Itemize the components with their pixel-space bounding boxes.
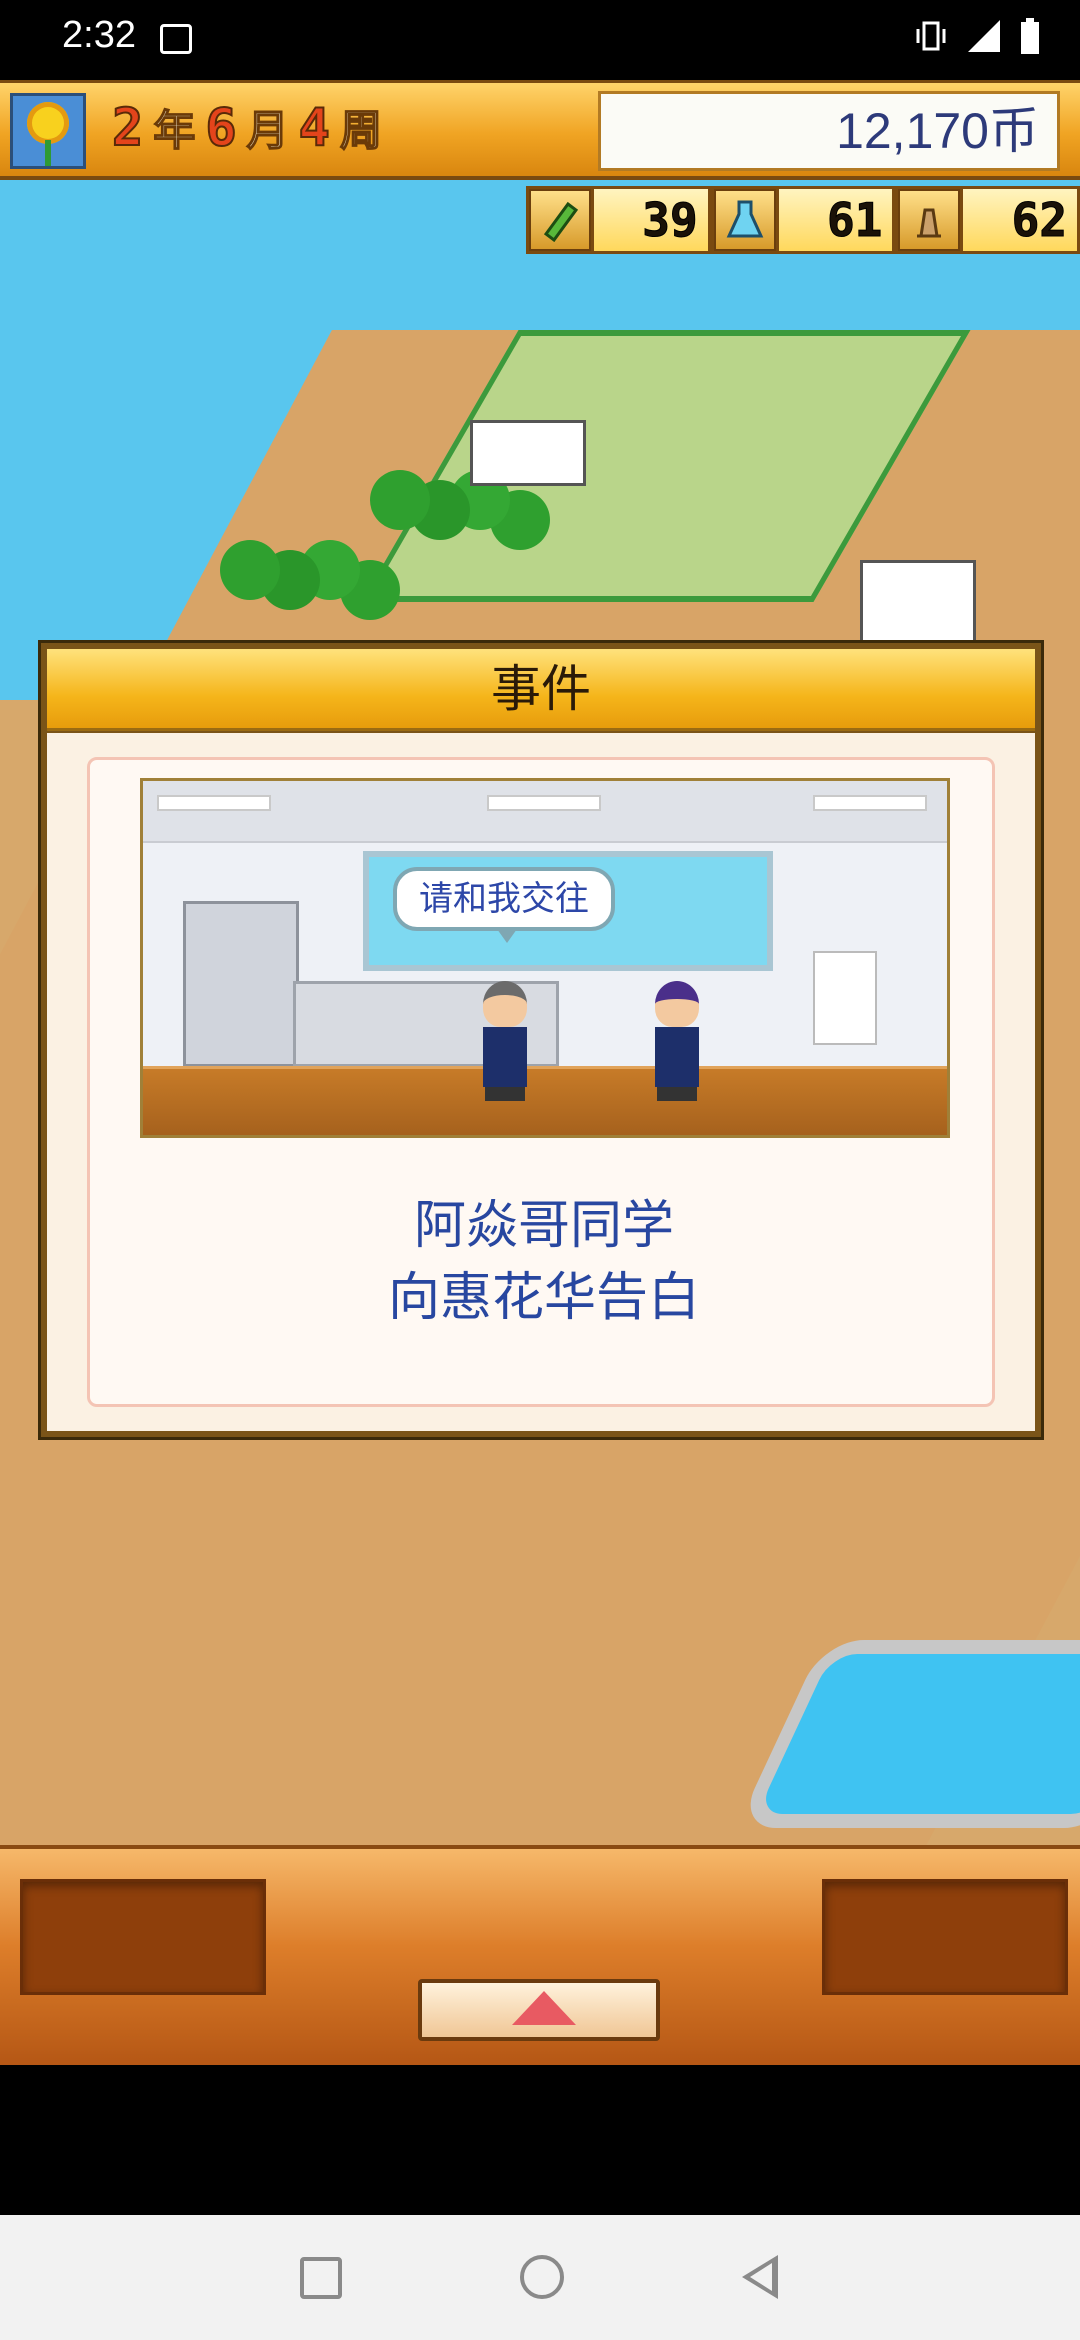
notice-board (813, 951, 877, 1045)
image-notification-icon (160, 24, 192, 54)
week-value: 4 (298, 97, 331, 159)
money-display: 12,170币 (598, 91, 1060, 171)
ceiling-lamp (487, 795, 601, 811)
event-message-line2: 向惠花华告白 (387, 1268, 700, 1328)
pencil-icon (529, 189, 591, 251)
month-value: 6 (204, 97, 237, 159)
event-message: 阿焱哥同学 向惠花华告白 (90, 1190, 998, 1334)
sunflower-season-icon[interactable] (10, 93, 86, 169)
recents-icon[interactable] (300, 2257, 342, 2299)
vibrate-icon (916, 21, 946, 51)
event-dialog-panel: 请和我交往 阿焱哥同学 向惠花华告白 (87, 757, 995, 1407)
classroom-building (470, 420, 586, 486)
game-bottom-bar (0, 1845, 1080, 2065)
left-menu-slot[interactable] (20, 1879, 266, 1995)
status-bar: 2:32 (0, 0, 1080, 80)
up-arrow-icon (512, 1991, 576, 2025)
sports-stat-value: 62 (963, 189, 1078, 251)
event-message-line1: 阿焱哥同学 (413, 1196, 674, 1256)
letterbox (0, 2065, 1080, 2215)
navigation-bar (0, 2215, 1080, 2340)
battery-icon (1021, 18, 1039, 54)
stats-strip: 39 61 62 (526, 186, 1080, 254)
status-icons (914, 18, 1040, 54)
study-stat-value: 39 (594, 189, 708, 251)
trophy-icon (898, 189, 961, 251)
month-unit: 月 (246, 105, 290, 156)
vending-building (860, 560, 976, 646)
event-scene-image: 请和我交往 (140, 778, 950, 1138)
week-unit: 周 (339, 105, 383, 156)
game-top-bar: 2 年 6 月 4 周 12,170币 (0, 80, 1080, 180)
status-time: 2:32 (62, 14, 136, 56)
trees (220, 540, 280, 600)
girl-character (651, 981, 703, 1101)
expand-menu-button[interactable] (418, 1979, 660, 2041)
event-dialog[interactable]: 事件 请和我交往 阿焱哥同学 向惠花华告白 (38, 640, 1044, 1440)
locker (183, 901, 299, 1067)
trees (370, 470, 430, 530)
home-icon[interactable] (520, 2255, 564, 2299)
ceiling-lamp (157, 795, 271, 811)
event-dialog-body: 请和我交往 阿焱哥同学 向惠花华告白 (47, 733, 1035, 1431)
science-stat-value: 61 (778, 189, 893, 251)
right-menu-slot[interactable] (822, 1879, 1068, 1995)
event-dialog-title: 事件 (47, 649, 1035, 731)
game-date: 2 年 6 月 4 周 (111, 97, 383, 159)
speech-bubble: 请和我交往 (393, 867, 615, 943)
signal-icon (968, 20, 1000, 52)
flask-icon (713, 189, 776, 251)
year-unit: 年 (153, 105, 197, 156)
year-value: 2 (111, 97, 144, 159)
ceiling-lamp (813, 795, 927, 811)
boy-character (479, 981, 531, 1101)
floor (143, 1066, 947, 1135)
back-icon[interactable] (742, 2255, 778, 2299)
